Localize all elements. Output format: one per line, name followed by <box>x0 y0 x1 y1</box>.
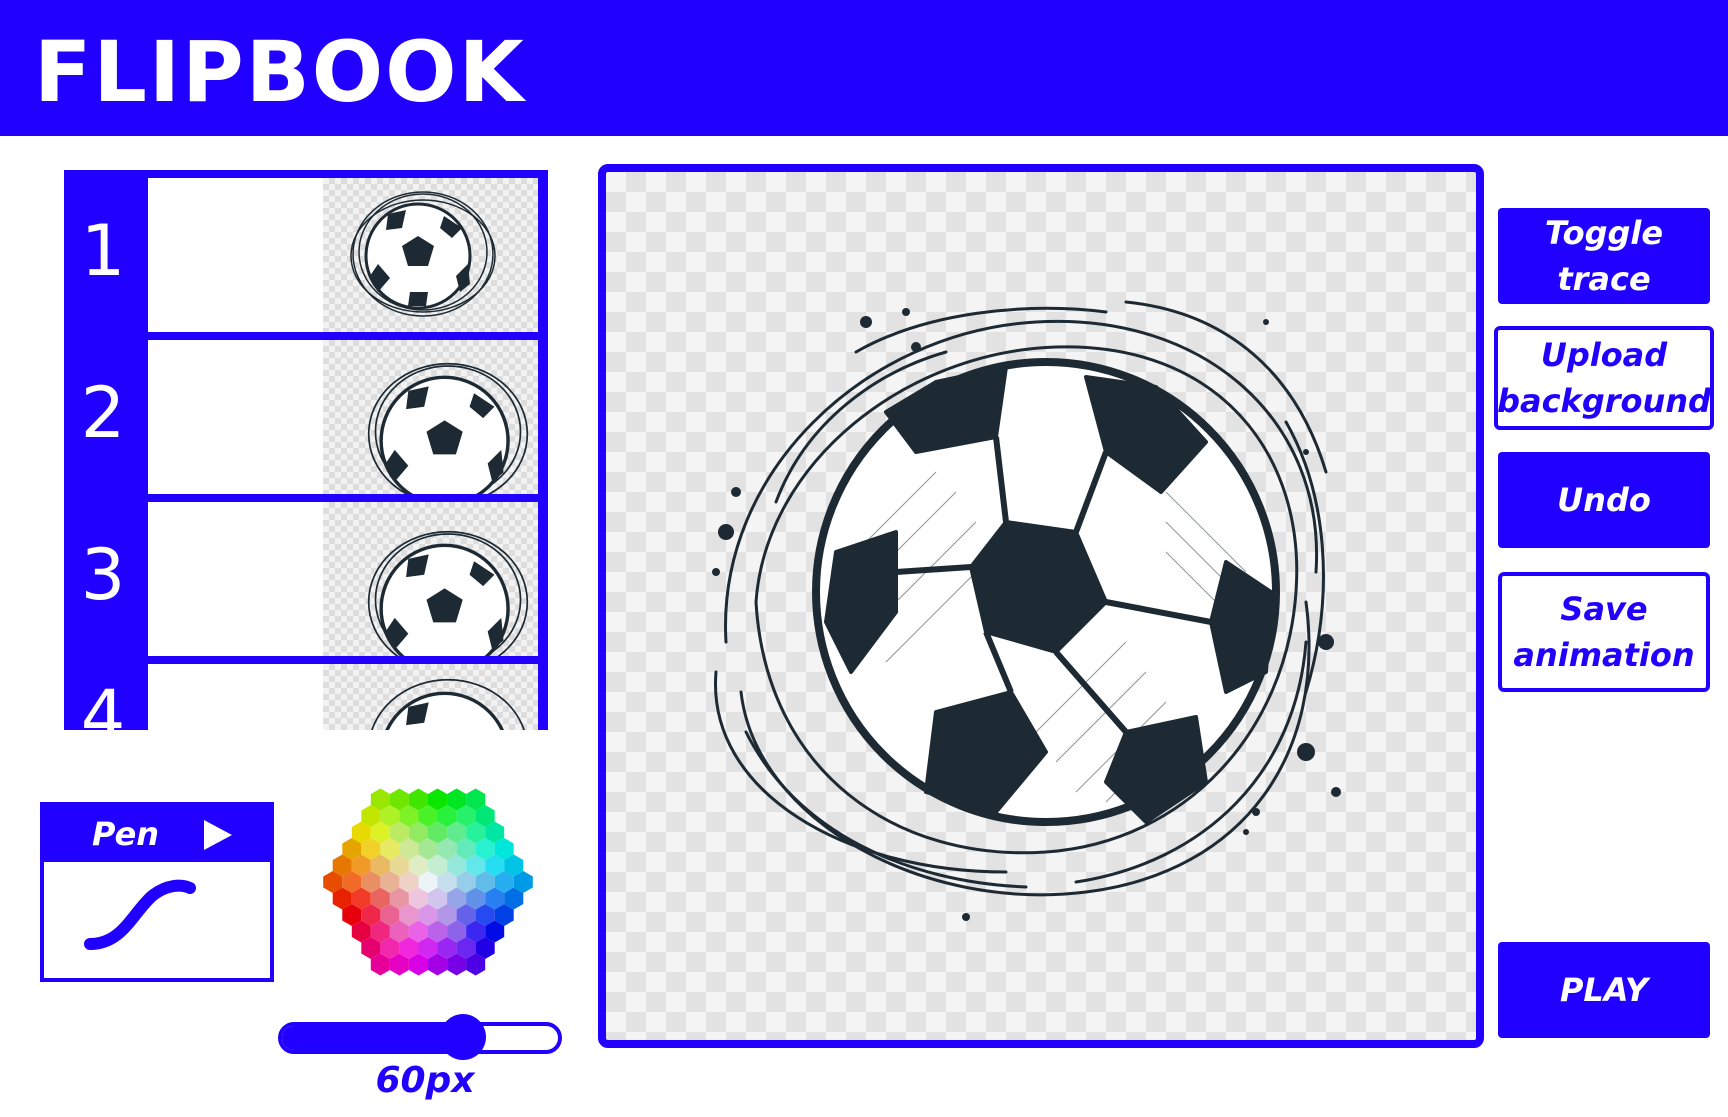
frame-item[interactable]: 1 <box>64 170 548 332</box>
undo-button[interactable]: Undo <box>1498 452 1710 548</box>
slider-fill <box>282 1026 467 1050</box>
brush-size-label: 60px <box>375 1060 475 1101</box>
color-palette[interactable] <box>308 782 548 982</box>
frame-thumbnail[interactable] <box>148 178 538 332</box>
slider-thumb[interactable] <box>439 1014 486 1060</box>
soccer-ball-thumbnail <box>350 191 496 317</box>
frame-thumbnail[interactable] <box>148 340 538 494</box>
tool-label: Pen <box>92 815 160 853</box>
frame-number: 1 <box>80 210 126 292</box>
tool-header[interactable]: Pen <box>44 806 270 862</box>
drawing-canvas[interactable] <box>598 164 1484 1048</box>
toggle-trace-button[interactable]: Toggle trace <box>1498 208 1710 304</box>
tool-selector[interactable]: Pen <box>40 802 274 982</box>
frame-item[interactable]: 4 <box>64 656 548 730</box>
frame-list[interactable]: 1 2 3 4 <box>64 170 548 730</box>
play-button[interactable]: PLAY <box>1498 942 1710 1038</box>
pen-stroke-preview-icon <box>84 879 196 950</box>
app-header: FLIPBOOK <box>0 0 1728 136</box>
frame-thumbnail[interactable] <box>148 664 538 730</box>
frame-item[interactable]: 2 <box>64 332 548 494</box>
play-triangle-icon[interactable] <box>202 818 234 852</box>
soccer-ball-thumbnail <box>367 362 529 494</box>
soccer-ball-thumbnail <box>367 530 529 656</box>
app-title: FLIPBOOK <box>34 23 526 121</box>
frame-thumbnail[interactable] <box>148 502 538 656</box>
soccer-ball-thumbnail <box>371 678 525 730</box>
frame-number: 4 <box>80 675 126 730</box>
frame-item[interactable]: 3 <box>64 494 548 656</box>
soccer-ball-drawing <box>712 300 1341 921</box>
save-animation-button[interactable]: Save animation <box>1498 572 1710 692</box>
upload-background-button[interactable]: Upload background <box>1494 326 1714 430</box>
frame-number: 3 <box>80 534 126 616</box>
frame-number: 2 <box>80 372 126 454</box>
brush-size-slider[interactable] <box>278 1022 562 1054</box>
